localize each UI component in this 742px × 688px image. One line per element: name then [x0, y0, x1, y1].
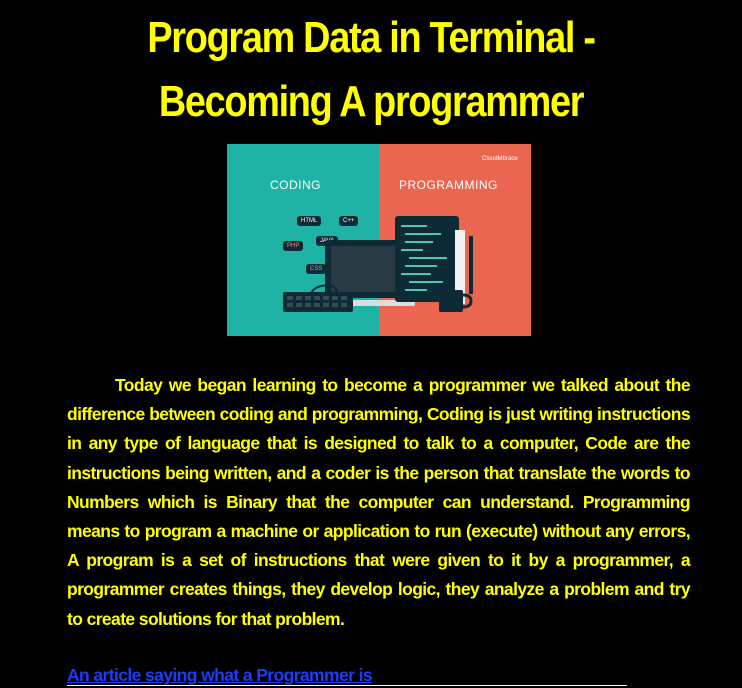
page-title-line-1: Program Data in Terminal - — [147, 13, 596, 62]
page-title-line-2: Becoming A programmer — [158, 77, 585, 126]
coding-vs-programming-image: CODING PROGRAMMING CloudMbrace HTML C++ … — [227, 144, 531, 336]
page-title: Program Data in Terminal - Becoming A pr… — [52, 6, 690, 134]
devices-illustration — [283, 216, 473, 312]
divider — [67, 685, 627, 686]
article-paragraph: Today we began learning to become a prog… — [67, 375, 691, 629]
programmer-article-link[interactable]: An article saying what a Programmer is — [67, 663, 373, 687]
